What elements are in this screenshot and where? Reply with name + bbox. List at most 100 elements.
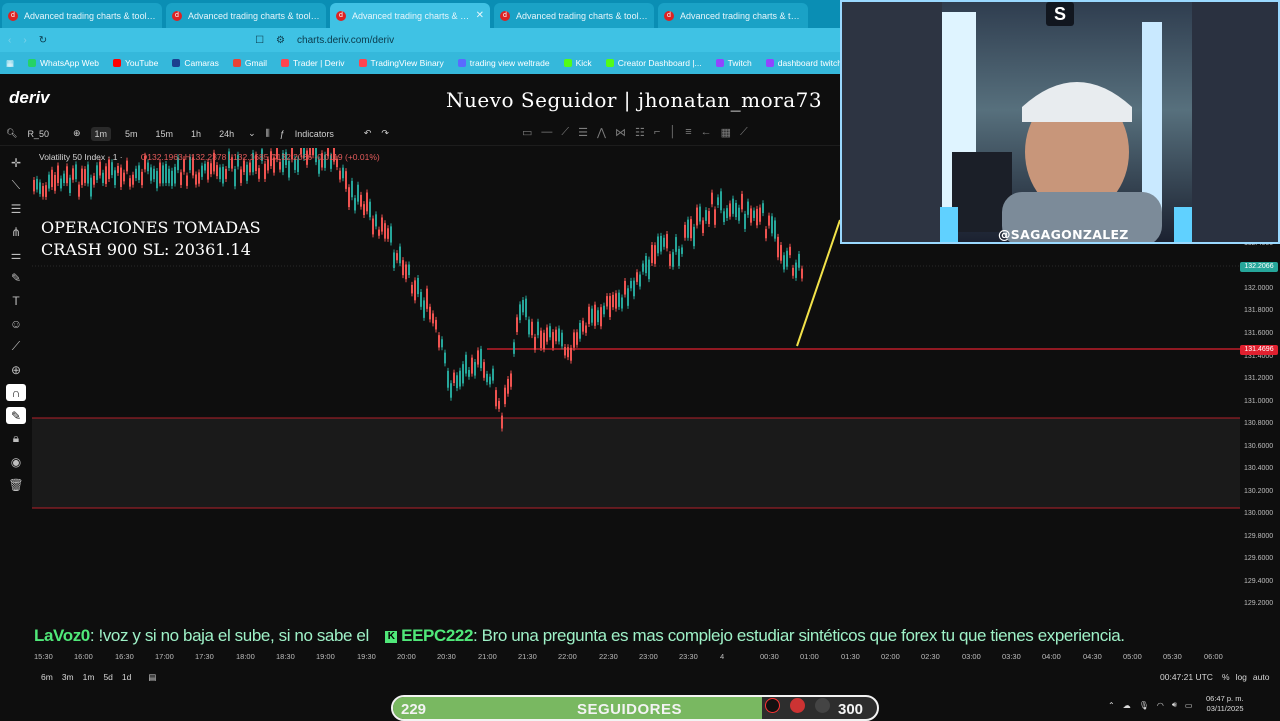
timeframe-1m[interactable]: 1m	[90, 126, 112, 141]
trash-icon[interactable]: 🗑︎	[6, 476, 26, 493]
bookmark-whatsapp[interactable]: WhatsApp Web	[28, 58, 99, 68]
fork-tool-icon[interactable]: ⋈	[615, 126, 626, 139]
trendline-tool-icon[interactable]: ⟋	[740, 126, 748, 139]
vline-tool-icon[interactable]: │	[669, 126, 676, 139]
timeframe-1h[interactable]: 1h	[187, 127, 205, 141]
channel-logo: S	[1046, 2, 1074, 26]
visibility-eye-icon[interactable]: ◉	[6, 453, 26, 470]
bookmark-kick[interactable]: Kick	[563, 58, 592, 68]
levels-tool-icon[interactable]: ≡	[685, 126, 691, 139]
auto-scale-toggle[interactable]: auto	[1253, 672, 1270, 682]
candle-body	[132, 174, 134, 185]
wifi-icon[interactable]: ◠	[1157, 701, 1164, 710]
emoji-icon[interactable]: ☺	[6, 315, 26, 332]
candle-body	[651, 245, 653, 263]
bookmark-weltrade[interactable]: trading view weltrade	[457, 58, 550, 68]
candle-body	[504, 387, 506, 405]
line-tool-icon[interactable]: ⟍	[6, 177, 26, 194]
brush-tool-icon[interactable]: ⌐	[654, 126, 660, 139]
pitchfork-icon[interactable]: ⋔	[6, 223, 26, 240]
symbol-selector[interactable]: R_50	[27, 129, 49, 139]
bookmark-camaras[interactable]: Camaras	[172, 58, 219, 68]
calendar-icon[interactable]: ▤	[148, 672, 156, 683]
microphone-icon[interactable]: 🎙︎	[1139, 701, 1149, 710]
bookmark-youtube[interactable]: YouTube	[112, 58, 158, 68]
pattern-tool-icon[interactable]: ⋀	[597, 126, 606, 139]
stay-drawing-icon[interactable]: ✎	[6, 407, 26, 424]
indicators-icon[interactable]: ƒ	[280, 129, 285, 139]
hline-tool-icon[interactable]: ―	[541, 126, 552, 139]
fib-icon[interactable]: ⚌	[6, 246, 26, 263]
candle-type-icon[interactable]: ⫼	[266, 128, 270, 139]
candle-body	[543, 332, 545, 350]
range-1m[interactable]: 1m	[83, 672, 95, 683]
ray-tool-icon[interactable]: ⟋	[561, 126, 569, 139]
time-axis[interactable]: 15:30 16:00 16:30 17:00 17:30 18:00 18:30 19:00…	[32, 650, 1242, 662]
candle-body	[99, 161, 101, 176]
timeframe-24h[interactable]: 24h	[215, 127, 238, 141]
lines-tool-icon[interactable]: ☰	[6, 200, 26, 217]
browser-tab[interactable]: d Advanced trading charts & tools | Tr	[2, 3, 162, 28]
tab-title: Advanced trading charts & tools	[352, 10, 470, 21]
candle-body	[681, 247, 683, 254]
time-tick: 16:00	[74, 652, 93, 661]
back-icon[interactable]: ‹	[8, 35, 11, 46]
url-field[interactable]: charts.deriv.com/deriv	[297, 35, 394, 46]
candle-body	[600, 307, 602, 327]
webcam-overlay	[840, 0, 1280, 244]
time-tick: 01:30	[841, 652, 860, 661]
current-price-tag: 132.2066	[1240, 262, 1278, 272]
range-3m[interactable]: 3m	[62, 672, 74, 683]
browser-tab-active[interactable]: d Advanced trading charts & tools ✕	[330, 3, 490, 28]
text-icon[interactable]: T	[6, 292, 26, 309]
bookmark-twitch[interactable]: Twitch	[715, 58, 752, 68]
channel-tool-icon[interactable]: ☰	[578, 126, 588, 139]
battery-icon[interactable]: ▭	[1185, 701, 1193, 710]
indicators-button[interactable]: Indicators	[295, 129, 334, 139]
site-info-icon[interactable]: ⚙	[276, 35, 285, 46]
rectangle-tool-icon[interactable]: ▭	[522, 126, 532, 139]
candle-body	[591, 308, 593, 323]
fib-tool-icon[interactable]: ☷	[635, 126, 645, 139]
grid-tool-icon[interactable]: ▦	[721, 126, 731, 139]
lock-icon[interactable]: 🔒︎	[6, 430, 26, 447]
candle-body	[780, 245, 782, 261]
reload-icon[interactable]: ↻	[39, 35, 47, 46]
range-6m[interactable]: 6m	[41, 672, 53, 683]
browser-tab[interactable]: d Advanced trading charts & tools | Tr	[494, 3, 654, 28]
undo-icon[interactable]: ↶	[364, 128, 372, 139]
timeframe-5m[interactable]: 5m	[121, 127, 142, 141]
chevron-up-icon[interactable]: ⌃	[1108, 701, 1115, 710]
magnet-icon[interactable]: ∩	[6, 384, 26, 401]
volume-icon[interactable]: 🔊︎	[1172, 700, 1177, 710]
ruler-icon[interactable]: ⟋	[6, 338, 26, 355]
bookmark-gmail[interactable]: Gmail	[232, 58, 267, 68]
arrow-tool-icon[interactable]: ←	[701, 126, 712, 139]
bookmark-star-icon[interactable]: ☐	[255, 35, 264, 46]
bookmark-creator-dashboard[interactable]: Creator Dashboard |...	[605, 58, 702, 68]
bookmark-tradingview[interactable]: TradingView Binary	[358, 58, 444, 68]
percent-scale-toggle[interactable]: %	[1222, 672, 1230, 682]
log-scale-toggle[interactable]: log	[1236, 672, 1247, 682]
browser-tab[interactable]: d Advanced trading charts & tools | Tr	[166, 3, 326, 28]
zoom-icon[interactable]: ⊕	[6, 361, 26, 378]
cloud-icon[interactable]: ☁	[1123, 701, 1131, 710]
bookmark-deriv[interactable]: Trader | Deriv	[281, 58, 345, 68]
bookmark-dashboard-twitch[interactable]: dashboard twitch	[765, 58, 840, 68]
forward-icon[interactable]: ›	[23, 35, 26, 46]
chevron-down-icon[interactable]: ⌄	[248, 128, 256, 139]
candle-body	[339, 170, 341, 180]
range-5d[interactable]: 5d	[103, 672, 112, 683]
search-icon[interactable]: 🔍︎	[6, 128, 17, 139]
brush-icon[interactable]: ✎	[6, 269, 26, 286]
browser-tab[interactable]: d Advanced trading charts & tools | Tr	[658, 3, 808, 28]
apps-grid-icon[interactable]: ▦	[6, 58, 14, 69]
timeframe-15m[interactable]: 15m	[152, 127, 178, 141]
range-1d[interactable]: 1d	[122, 672, 131, 683]
crosshair-icon[interactable]: ✛	[6, 154, 26, 171]
compare-add-icon[interactable]: ⊕	[73, 128, 81, 139]
system-clock[interactable]: 06:47 p. m. 03/11/2025	[1206, 694, 1244, 714]
redo-icon[interactable]: ↷	[381, 128, 389, 139]
candle-body	[657, 236, 659, 254]
close-tab-icon[interactable]: ✕	[476, 10, 484, 21]
